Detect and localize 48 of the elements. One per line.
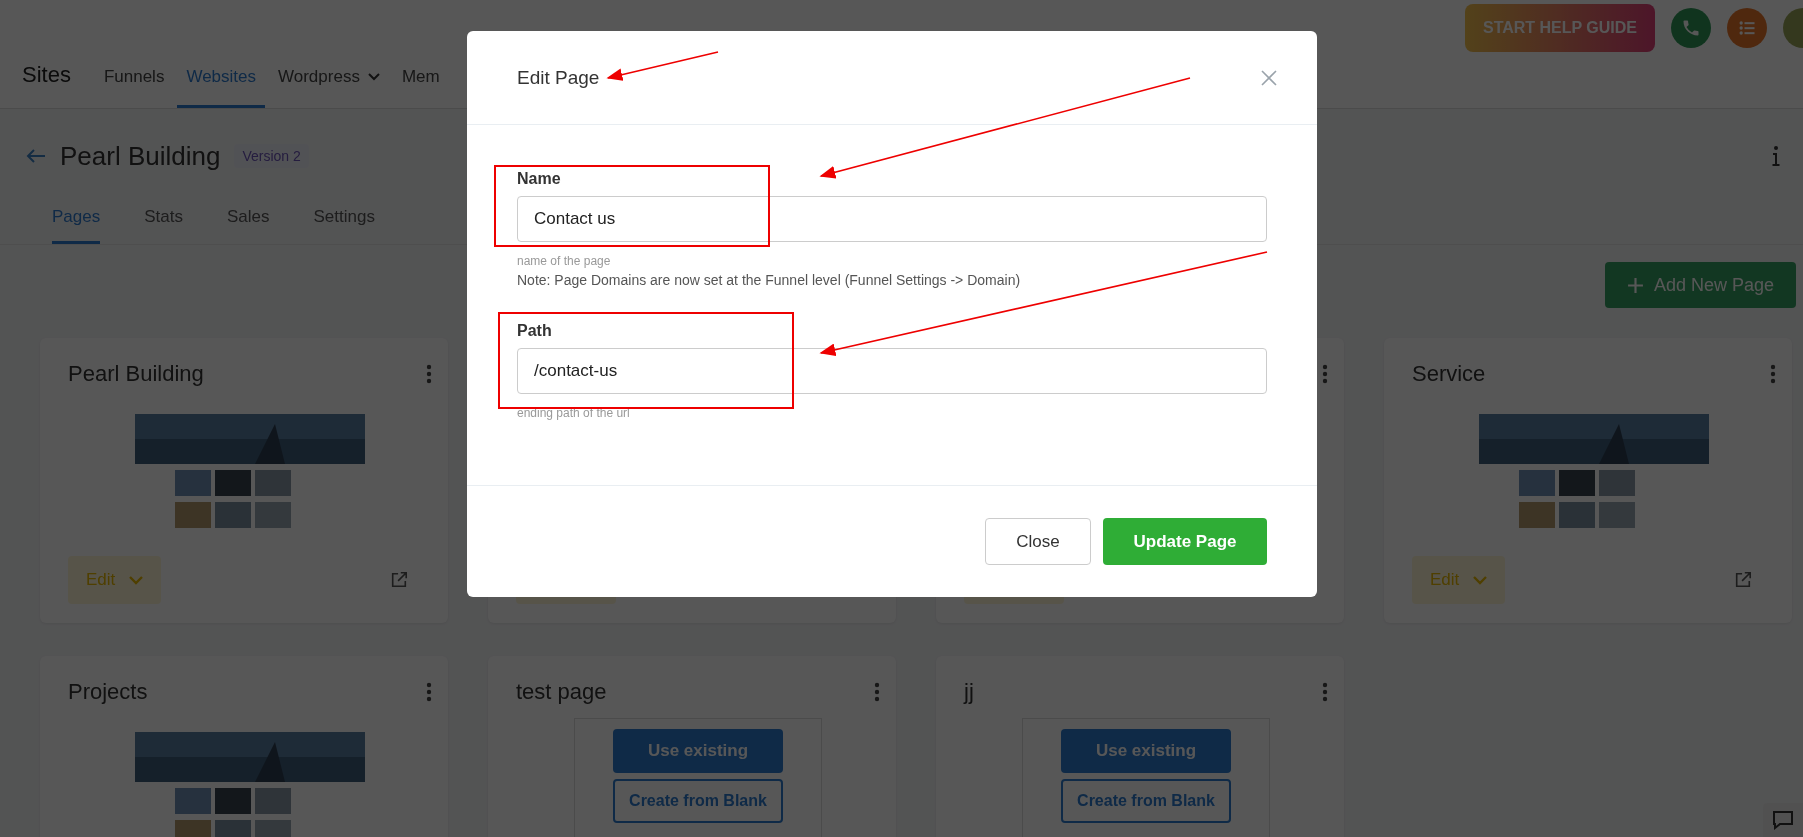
close-button[interactable]: Close [985,518,1091,565]
nav-tab[interactable]: Wordpress [269,67,389,108]
nav-tab[interactable]: Mem [392,67,449,108]
page-title: Projects [68,679,148,705]
section-title: Sites [22,62,71,89]
site-title: Pearl Building [60,140,221,172]
info-icon[interactable] [1771,145,1781,167]
plus-icon [1626,276,1644,294]
external-link-icon[interactable] [390,571,408,589]
list-icon [1737,18,1757,38]
more-icon[interactable] [1322,364,1328,384]
more-icon[interactable] [1770,364,1776,384]
input-field[interactable]: Contact us [517,196,1267,242]
chat-icon [1771,810,1795,830]
page-title: jj [964,679,974,705]
input-field[interactable]: /contact-us [517,348,1267,394]
edit-dropdown-button[interactable]: Edit [1412,556,1506,604]
use-existing-button[interactable]: Use existing [613,729,783,773]
more-icon[interactable] [426,682,432,702]
field-hint: name of the page [517,254,612,268]
page-title: Pearl Building [68,361,204,387]
field-label: Path [517,322,553,340]
update-button[interactable]: Update Page [1103,518,1267,565]
close-icon[interactable] [1261,69,1277,86]
edit-dropdown-button[interactable]: Edit [68,556,162,604]
create-blank-button[interactable]: Create from Blank [1061,779,1231,823]
list-button[interactable] [1727,8,1767,48]
page-tab[interactable]: Pages [52,197,101,244]
nav-tab[interactable]: Websites [177,67,265,108]
field-label: Name [517,170,562,188]
phone-icon [1681,18,1701,38]
more-icon[interactable] [874,682,880,702]
nav-tab[interactable]: Funnels [94,67,174,108]
add-page-button[interactable]: Add New Page [1604,262,1796,308]
more-icon[interactable] [426,364,432,384]
create-blank-button[interactable]: Create from Blank [613,779,783,823]
phone-button[interactable] [1671,8,1711,48]
chevron-icon [129,575,144,585]
more-icon[interactable] [1322,682,1328,702]
dialog-title: Edit Page [517,66,600,89]
back-arrow-icon[interactable] [26,149,46,163]
chevron-icon [1473,575,1488,585]
note-text: Note: Page Domains are now set at the Funnel level (Funnel Settings -> Domain) [517,272,1022,288]
chevron-icon [367,73,380,81]
page-title: test page [516,679,607,705]
page-title: Service [1412,361,1486,387]
external-link-icon[interactable] [1734,571,1752,589]
use-existing-button[interactable]: Use existing [1061,729,1231,773]
